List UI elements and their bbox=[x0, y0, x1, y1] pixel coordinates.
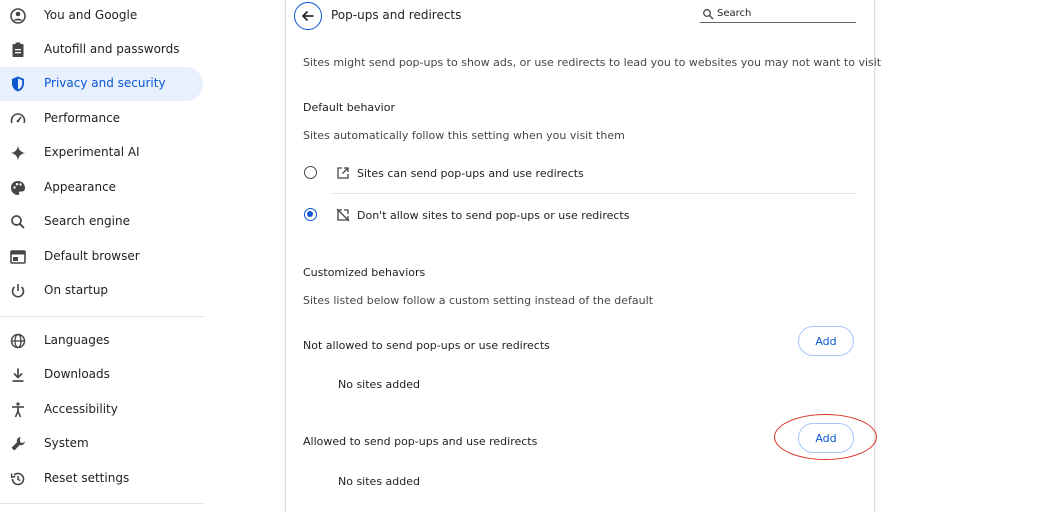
page-description: Sites might send pop-ups to show ads, or… bbox=[303, 56, 882, 69]
add-not-allowed-button[interactable]: Add bbox=[798, 326, 854, 356]
globe-icon bbox=[10, 333, 26, 349]
sidebar-item-label: On startup bbox=[44, 283, 109, 297]
search-icon bbox=[703, 9, 714, 20]
option-allow-label[interactable]: Sites can send pop-ups and use redirects bbox=[357, 167, 584, 180]
sidebar-item-label: You and Google bbox=[44, 8, 138, 22]
blocked-popup-icon bbox=[336, 208, 350, 222]
sidebar-divider bbox=[0, 316, 204, 317]
add-allowed-button[interactable]: Add bbox=[798, 423, 854, 453]
arrow-left-icon bbox=[301, 10, 314, 22]
sidebar-item-label: Autofill and passwords bbox=[44, 42, 180, 56]
sidebar-item-accessibility[interactable]: Accessibility bbox=[0, 393, 203, 427]
sidebar-item-languages[interactable]: Languages bbox=[0, 324, 203, 358]
sidebar-item-label: Experimental AI bbox=[44, 145, 140, 159]
sidebar-item-label: Downloads bbox=[44, 367, 110, 381]
not-allowed-label: Not allowed to send pop-ups or use redir… bbox=[303, 339, 550, 352]
clipboard-icon bbox=[12, 42, 24, 57]
accessibility-icon bbox=[12, 402, 24, 418]
sidebar-item-label: Accessibility bbox=[44, 402, 118, 416]
shield-icon bbox=[12, 76, 24, 92]
download-icon bbox=[12, 368, 24, 382]
search-box[interactable] bbox=[700, 6, 856, 23]
option-divider bbox=[331, 193, 856, 194]
wrench-icon bbox=[11, 437, 25, 451]
sidebar-item-label: Search engine bbox=[44, 214, 130, 228]
sidebar-item-label: Appearance bbox=[44, 180, 117, 194]
radio-allow-popups[interactable] bbox=[304, 166, 317, 179]
page-title: Pop-ups and redirects bbox=[331, 8, 462, 22]
search-input[interactable] bbox=[717, 6, 852, 21]
power-icon bbox=[11, 284, 25, 298]
sidebar-item-privacy[interactable]: Privacy and security bbox=[0, 67, 203, 101]
sidebar-item-downloads[interactable]: Downloads bbox=[0, 358, 203, 392]
sidebar-item-system[interactable]: System bbox=[0, 427, 203, 461]
option-block-label[interactable]: Don't allow sites to send pop-ups or use… bbox=[357, 209, 629, 222]
not-allowed-empty-text: No sites added bbox=[338, 378, 421, 391]
sidebar-item-label: Reset settings bbox=[44, 471, 130, 485]
sidebar: You and Google Autofill and passwords Pr… bbox=[0, 0, 210, 510]
sidebar-item-you-and-google[interactable]: You and Google bbox=[0, 0, 203, 33]
sidebar-item-appearance[interactable]: Appearance bbox=[0, 171, 203, 205]
google-icon bbox=[10, 8, 26, 24]
customized-behaviors-heading: Customized behaviors bbox=[303, 266, 426, 279]
sidebar-item-search-engine[interactable]: Search engine bbox=[0, 205, 203, 239]
sidebar-item-default-browser[interactable]: Default browser bbox=[0, 240, 203, 274]
radio-block-popups[interactable] bbox=[304, 208, 317, 221]
allowed-empty-text: No sites added bbox=[338, 475, 421, 488]
sidebar-item-label: Privacy and security bbox=[44, 76, 166, 90]
sidebar-item-experimental-ai[interactable]: Experimental AI bbox=[0, 136, 203, 170]
sidebar-item-label: Performance bbox=[44, 111, 121, 125]
sidebar-item-performance[interactable]: Performance bbox=[0, 102, 203, 136]
sidebar-item-label: Languages bbox=[44, 333, 110, 347]
palette-icon bbox=[11, 181, 25, 195]
customized-behaviors-subtext: Sites listed below follow a custom setti… bbox=[303, 294, 654, 307]
browser-window-icon bbox=[10, 250, 26, 264]
allowed-label: Allowed to send pop-ups and use redirect… bbox=[303, 435, 538, 448]
sidebar-item-on-startup[interactable]: On startup bbox=[0, 274, 203, 308]
default-behavior-subtext: Sites automatically follow this setting … bbox=[303, 129, 625, 142]
sidebar-item-reset-settings[interactable]: Reset settings bbox=[0, 462, 203, 496]
sidebar-item-label: System bbox=[44, 436, 89, 450]
open-in-new-icon bbox=[337, 167, 349, 179]
sidebar-divider bbox=[0, 503, 204, 504]
sparkle-icon bbox=[10, 145, 26, 161]
default-behavior-heading: Default behavior bbox=[303, 101, 395, 114]
speedometer-icon bbox=[10, 113, 26, 124]
search-icon bbox=[11, 215, 25, 229]
history-icon bbox=[10, 472, 25, 486]
sidebar-item-autofill[interactable]: Autofill and passwords bbox=[0, 33, 203, 67]
sidebar-item-label: Default browser bbox=[44, 249, 140, 263]
back-button[interactable] bbox=[294, 2, 322, 30]
